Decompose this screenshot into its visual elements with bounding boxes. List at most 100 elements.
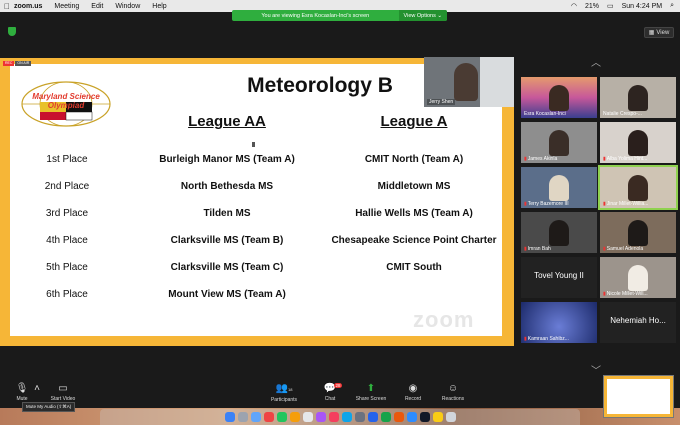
participant-name-text: Nicole Millet-Will... [606, 291, 648, 297]
appstore-icon[interactable] [341, 412, 352, 422]
league-a-cell: Middletown MS [377, 181, 451, 192]
participant-name: ▮Nicole Millet-Will... [603, 291, 648, 297]
league-a-cell: Hallie Wells MS (Team A) [355, 208, 473, 219]
participant-tile[interactable]: Nehemiah Ho... [600, 302, 676, 343]
league-a-cell: CMIT North (Team A) [364, 154, 464, 165]
presenter-background [480, 57, 514, 107]
league-aa-cell: Clarksville MS (Team C) [170, 262, 284, 273]
trash-icon[interactable] [445, 412, 456, 422]
zoom-icon[interactable] [406, 412, 417, 422]
search-icon[interactable]: ⌕ [670, 2, 674, 10]
chrome-icon[interactable] [263, 412, 274, 422]
notes-icon[interactable] [432, 412, 443, 422]
share-screen-icon: ⬆ [366, 383, 376, 394]
menu-app-name[interactable]: zoom.us [14, 3, 42, 10]
apple-icon[interactable]:  [0, 2, 14, 11]
participant-avatar [628, 175, 648, 201]
participants-count: 18 [288, 387, 293, 392]
participant-name: Natalie Crespo-... [603, 111, 642, 117]
finder-icon[interactable] [224, 412, 235, 422]
participant-tile[interactable]: ▮Samuel Adenola [600, 212, 676, 253]
mute-button[interactable]: 🎙 Mute [12, 383, 32, 403]
participant-name: Esra Kocaslan-Inci [524, 111, 566, 117]
mute-tooltip: Mute My Audio (⇧⌘A) [22, 402, 76, 412]
place-label: 3rd Place [45, 208, 89, 219]
participant-name-text: Kamraan Sahibz... [527, 336, 569, 342]
presenter-video[interactable]: Jerry Shen [424, 57, 514, 107]
settings-icon[interactable] [354, 412, 365, 422]
muted-mic-icon: ▮ [524, 336, 527, 342]
zoom-watermark: zoom [413, 307, 475, 332]
participant-tile[interactable]: ▮Kamraan Sahibz... [521, 302, 597, 343]
participant-tile-active-speaker[interactable]: ▮Jinar Millet-Willia... [598, 165, 678, 210]
share-banner-text: You are viewing Esra Kocaslan-Inci's scr… [261, 12, 370, 19]
presenter-name: Jerry Shen [427, 99, 456, 105]
participants-button[interactable]: 👥18 Participants [266, 383, 302, 404]
participant-name-text: Samuel Adenola [606, 246, 644, 252]
photos-icon[interactable] [289, 412, 300, 422]
muted-mic-icon: ▮ [524, 201, 527, 207]
share-screen-label: Share Screen [355, 396, 387, 402]
security-shield-icon[interactable] [8, 27, 16, 36]
league-aa-cell: Clarksville MS (Team B) [170, 235, 284, 246]
calendar-icon[interactable] [302, 412, 313, 422]
league-a-cell: CMIT South [386, 262, 442, 273]
start-video-button[interactable]: ▭ Start Video [48, 383, 78, 403]
zoom-top-bar [0, 22, 680, 52]
participant-tile[interactable]: Natalie Crespo-... [600, 77, 676, 118]
participant-tile[interactable]: ▮Imran Bah [521, 212, 597, 253]
wifi-icon[interactable]: ◠ [571, 2, 577, 10]
battery-percent[interactable]: 21% [585, 3, 599, 10]
gallery-down-arrow-icon[interactable]: ﹀ [591, 362, 601, 377]
menu-help[interactable]: Help [152, 3, 166, 10]
participant-tile[interactable]: Tovel Young II [521, 257, 597, 298]
mouse-cursor [252, 142, 255, 147]
participant-name-large: Tovel Young II [534, 271, 584, 280]
reactions-button[interactable]: ☺ Reactions [438, 384, 468, 403]
place-label: 5th Place [46, 262, 88, 273]
launchpad-icon[interactable] [237, 412, 248, 422]
safari-icon[interactable] [250, 412, 261, 422]
microphone-icon: 🎙 [15, 383, 29, 394]
muted-mic-icon: ▮ [524, 246, 527, 252]
clock[interactable]: Sun 4:24 PM [622, 3, 662, 10]
messages-icon[interactable] [276, 412, 287, 422]
participant-tile[interactable]: ▮Nicole Millet-Will... [600, 257, 676, 298]
audio-options-caret[interactable]: ˄ [34, 384, 40, 396]
recording-badge: REC ON AIR [3, 61, 32, 66]
participant-tile[interactable]: ▮James Akinla [521, 122, 597, 163]
participant-avatar [549, 85, 569, 111]
participant-tile[interactable]: ▮Terry Bazemore III [521, 167, 597, 208]
muted-mic-icon: ▮ [603, 156, 606, 162]
participant-name-text: Imran Bah [527, 246, 551, 252]
league-aa-cell: Burleigh Manor MS (Team A) [159, 154, 295, 165]
shared-screen-thumbnail[interactable] [603, 375, 674, 418]
terminal-icon[interactable] [419, 412, 430, 422]
participant-avatar [628, 220, 648, 246]
menu-edit[interactable]: Edit [91, 3, 103, 10]
powerpoint-icon[interactable] [393, 412, 404, 422]
participant-tile[interactable]: ▮Alba Yolima Hint... [600, 122, 676, 163]
record-label: Record [404, 396, 422, 402]
excel-icon[interactable] [380, 412, 391, 422]
view-options-button[interactable]: View Options ⌄ [398, 10, 447, 21]
word-icon[interactable] [367, 412, 378, 422]
place-label: 6th Place [46, 289, 88, 300]
participant-name: ▮Kamraan Sahibz... [524, 336, 569, 342]
thumbnail-slide [607, 379, 670, 414]
video-camera-icon: ▭ [58, 383, 68, 394]
record-button[interactable]: ◉ Record [402, 384, 424, 403]
participant-avatar [549, 175, 569, 201]
music-icon[interactable] [328, 412, 339, 422]
share-screen-button[interactable]: ⬆ Share Screen [352, 383, 390, 403]
gallery-up-arrow-icon[interactable]: ︿ [591, 54, 601, 69]
podcasts-icon[interactable] [315, 412, 326, 422]
menu-window[interactable]: Window [115, 3, 140, 10]
participants-icon: 👥18 [275, 383, 293, 394]
muted-mic-icon: ▮ [603, 201, 606, 207]
view-button[interactable]: ▦ View [644, 27, 674, 38]
league-aa-cell: North Bethesda MS [180, 181, 274, 192]
menu-meeting[interactable]: Meeting [54, 3, 79, 10]
participant-name: ▮Jinar Millet-Willia... [603, 201, 648, 207]
participant-tile[interactable]: Esra Kocaslan-Inci [521, 77, 597, 118]
